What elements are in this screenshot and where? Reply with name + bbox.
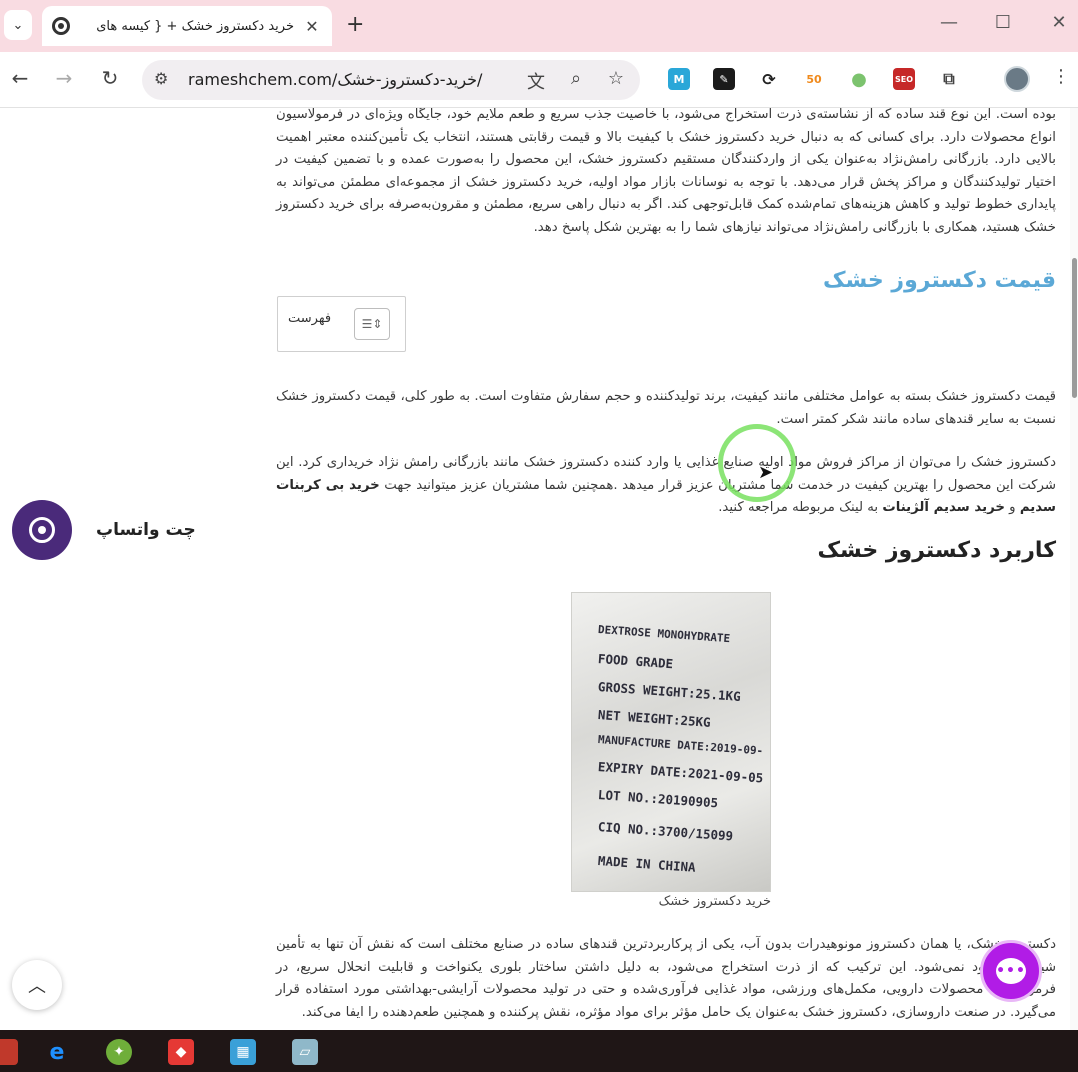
browser-toolbar: ← → ↻ ⚙ rameshchem.com/خرید-دکستروز-خشک/… (0, 52, 1078, 108)
zoom-icon[interactable]: ⌕ (564, 68, 588, 89)
extensions-puzzle-icon[interactable]: ⧉ (938, 68, 960, 90)
usage-heading: کاربرد دکستروز خشک (817, 538, 1056, 563)
shield-extension-icon[interactable]: ✎ (713, 68, 735, 90)
chat-bubble-icon: ••• (996, 958, 1026, 984)
new-tab-button[interactable]: + (346, 12, 364, 37)
chevron-down-icon: ⌄ (12, 17, 24, 33)
product-bag-image: DEXTROSE MONOHYDRATE FOOD GRADE GROSS WE… (571, 592, 771, 892)
reload-icon[interactable]: ↻ (96, 66, 124, 90)
browser-menu-icon[interactable]: ⋮ (1052, 66, 1070, 87)
chevron-up-icon: ︿ (28, 976, 46, 997)
bag-text-line: LOT NO.:20190905 (597, 787, 719, 811)
sync-extension-icon[interactable]: ⟳ (758, 68, 780, 90)
bag-text-line: GROSS WEIGHT:25.1KG (597, 679, 742, 704)
m-extension-icon[interactable]: M (668, 68, 690, 90)
page-scrollbar[interactable] (1070, 108, 1078, 1030)
bag-text-line: CIQ NO.:3700/15099 (597, 819, 734, 844)
notes-app-icon[interactable]: ▱ (292, 1039, 318, 1065)
buy-sodium-alginate-link[interactable]: خرید سدیم آلژینات (882, 500, 1005, 515)
mouse-pointer-icon: ➤ (758, 462, 774, 483)
live-chat-button[interactable]: ••• (980, 940, 1042, 1002)
table-of-contents: فهرست ☰⇕ (277, 296, 406, 352)
seo-extension-icon[interactable]: SEO (893, 68, 915, 90)
translate-icon[interactable]: 文 (524, 68, 548, 94)
profile-avatar[interactable] (1004, 66, 1030, 92)
whatsapp-chat-button[interactable] (12, 500, 72, 560)
whatsapp-label[interactable]: چت واتساپ (96, 520, 196, 540)
buy-paragraph: دکستروز خشک را می‌توان از مراکز فروش موا… (276, 452, 1056, 520)
bag-text-line: EXPIRY DATE:2021-09-05 (597, 759, 764, 786)
cursor-highlight-ring (718, 424, 796, 502)
window-close-button[interactable]: ✕ (1044, 12, 1074, 33)
browser-tab-active[interactable]: خرید دکستروز خشک + { کیسه های ✕ (42, 6, 332, 46)
window-maximize-button[interactable]: ☐ (988, 12, 1018, 33)
bag-text-line: MANUFACTURE DATE:2019-09- (597, 733, 764, 758)
back-arrow-icon[interactable]: ← (6, 66, 34, 90)
building-app-icon[interactable]: ▦ (230, 1039, 256, 1065)
os-taskbar: e ✦ ◆ ▦ ▱ (0, 1030, 1078, 1072)
tab-search-button[interactable]: ⌄ (4, 10, 32, 40)
price-heading: قیمت دکستروز خشک (823, 268, 1056, 293)
tab-strip: ⌄ خرید دکستروز خشک + { کیسه های ✕ + — ☐ … (0, 0, 1078, 52)
price-paragraph: قیمت دکستروز خشک بسته به عوامل مختلفی ما… (276, 389, 1056, 427)
window-minimize-button[interactable]: — (934, 12, 964, 33)
image-caption: خرید دکستروز خشک (658, 894, 771, 909)
web-page: بوده است. این نوع قند ساده که از نشاسته‌… (0, 108, 1078, 1030)
usage-paragraph: دکستروز خشک، یا همان دکستروز مونوهیدرات … (276, 937, 1056, 1020)
scroll-to-top-button[interactable]: ︿ (12, 960, 62, 1010)
dot-extension-icon[interactable]: ● (848, 68, 870, 90)
bag-text-line: DEXTROSE MONOHYDRATE (597, 623, 731, 646)
conjunction-text: و (1009, 500, 1016, 515)
buy-paragraph-end: به لینک مربوطه مراجعه کنید. (718, 500, 879, 515)
fifty-extension-icon[interactable]: 50 (803, 68, 825, 90)
anydesk-icon[interactable]: ◆ (168, 1039, 194, 1065)
app-globe-icon[interactable]: ✦ (106, 1039, 132, 1065)
edge-browser-icon[interactable]: e (44, 1039, 70, 1065)
forward-arrow-icon[interactable]: → (50, 66, 78, 90)
tab-close-icon[interactable]: ✕ (302, 17, 322, 36)
bag-text-line: NET WEIGHT:25KG (597, 707, 712, 730)
whatsapp-icon (29, 517, 55, 543)
bag-text-line: FOOD GRADE (597, 651, 674, 672)
address-bar[interactable]: ⚙ rameshchem.com/خرید-دکستروز-خشک/ 文 ⌕ ☆ (142, 60, 640, 100)
site-info-icon[interactable]: ⚙ (154, 69, 168, 88)
bookmark-star-icon[interactable]: ☆ (604, 68, 628, 89)
scrollbar-thumb[interactable] (1072, 258, 1077, 398)
intro-paragraph: بوده است. این نوع قند ساده که از نشاسته‌… (276, 108, 1056, 235)
taskbar-app-icon[interactable] (0, 1039, 18, 1065)
toc-label: فهرست (288, 311, 332, 326)
url-text[interactable]: rameshchem.com/خرید-دکستروز-خشک/ (188, 70, 482, 89)
toc-toggle-icon[interactable]: ☰⇕ (354, 308, 390, 340)
tab-title: خرید دکستروز خشک + { کیسه های (96, 18, 294, 34)
site-favicon-icon (52, 17, 70, 35)
buy-paragraph-text: دکستروز خشک را می‌توان از مراکز فروش موا… (276, 455, 1056, 493)
bag-text-line: MADE IN CHINA (597, 853, 697, 875)
